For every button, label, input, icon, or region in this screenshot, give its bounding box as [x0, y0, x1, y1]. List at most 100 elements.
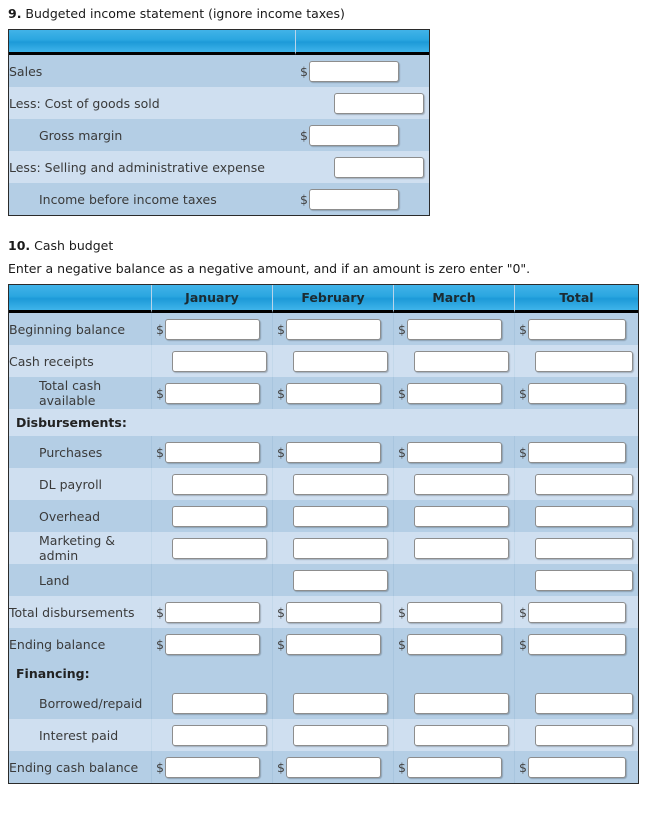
input-total-disbursements-january[interactable] — [164, 601, 260, 623]
amount-cell-overhead-january: $ — [152, 500, 273, 532]
input-overhead-february[interactable] — [293, 505, 388, 527]
amount-cell-cash-receipts-january: $ — [152, 345, 273, 377]
input-ending-cash-balance-march[interactable] — [406, 756, 502, 778]
input-ending-cash-balance-january[interactable] — [164, 756, 260, 778]
input-land-total[interactable] — [535, 569, 633, 591]
amount-cell-ending-cash-balance-february: $ — [273, 751, 394, 783]
amount-cell-inner: $ — [394, 596, 514, 628]
amount-cell-income-before-income-taxes: $ — [296, 183, 429, 215]
amount-cell-inner: $ — [394, 719, 514, 751]
input-purchases-february[interactable] — [285, 441, 381, 463]
table-row: Ending balance $ $ $ $ — [9, 628, 638, 660]
input-marketing-admin-total[interactable] — [535, 537, 633, 559]
section-row: Disbursements: — [9, 409, 638, 436]
input-overhead-total[interactable] — [535, 505, 633, 527]
input-total-disbursements-march[interactable] — [406, 601, 502, 623]
input-borrowed-repaid-total[interactable] — [535, 692, 633, 714]
input-cash-receipts-february[interactable] — [293, 350, 388, 372]
input-ending-balance-march[interactable] — [406, 633, 502, 655]
dollar-sign: $ — [519, 604, 527, 620]
input-marketing-admin-march[interactable] — [414, 537, 509, 559]
input-less-selling-and-administrative-expense[interactable] — [334, 156, 424, 178]
input-ending-balance-february[interactable] — [285, 633, 381, 655]
question-10-label: Cash budget — [30, 238, 114, 253]
input-total-disbursements-february[interactable] — [285, 601, 381, 623]
cash-budget-header-march: March — [394, 285, 515, 313]
amount-cell-total-cash-available-january: $ — [152, 377, 273, 409]
input-dl-payroll-march[interactable] — [414, 473, 509, 495]
input-overhead-march[interactable] — [414, 505, 509, 527]
input-interest-paid-total[interactable] — [535, 724, 633, 746]
input-total-cash-available-february[interactable] — [285, 382, 381, 404]
input-income-before-income-taxes[interactable] — [308, 188, 399, 210]
dollar-sign: $ — [300, 63, 308, 79]
amount-cell-inner: $ — [394, 628, 514, 660]
amount-cell-dl-payroll-february: $ — [273, 468, 394, 500]
input-purchases-january[interactable] — [164, 441, 260, 463]
input-cash-receipts-total[interactable] — [535, 350, 633, 372]
input-total-cash-available-total[interactable] — [527, 382, 626, 404]
amount-cell-borrowed-repaid-total: $ — [515, 687, 638, 719]
input-marketing-admin-february[interactable] — [293, 537, 388, 559]
amount-cell-ending-cash-balance-march: $ — [394, 751, 515, 783]
row-label-interest-paid: Interest paid — [9, 719, 152, 751]
row-label-purchases: Purchases — [9, 436, 152, 468]
row-label-land: Land — [9, 564, 152, 596]
input-cash-receipts-march[interactable] — [414, 350, 509, 372]
input-total-cash-available-january[interactable] — [164, 382, 260, 404]
dollar-sign: $ — [519, 321, 527, 337]
input-total-cash-available-march[interactable] — [406, 382, 502, 404]
table-row: Ending cash balance $ $ $ $ — [9, 751, 638, 783]
input-marketing-admin-january[interactable] — [172, 537, 267, 559]
amount-cell-beginning-balance-january: $ — [152, 313, 273, 345]
input-ending-balance-january[interactable] — [164, 633, 260, 655]
dollar-sign: $ — [277, 385, 285, 401]
amount-cell-cash-receipts-february: $ — [273, 345, 394, 377]
input-overhead-january[interactable] — [172, 505, 267, 527]
table-row: Less: Selling and administrative expense… — [9, 151, 429, 183]
input-total-disbursements-total[interactable] — [527, 601, 626, 623]
input-dl-payroll-total[interactable] — [535, 473, 633, 495]
dollar-sign: $ — [398, 636, 406, 652]
input-purchases-total[interactable] — [527, 441, 626, 463]
amount-cell-inner: $ — [394, 468, 514, 500]
row-label-less-selling-and-administrative-expense: Less: Selling and administrative expense — [9, 151, 296, 183]
input-beginning-balance-march[interactable] — [406, 318, 502, 340]
input-cash-receipts-january[interactable] — [172, 350, 267, 372]
empty-cell-january — [152, 660, 273, 687]
amount-cell-ending-balance-january: $ — [152, 628, 273, 660]
income-statement-header-amount — [296, 30, 429, 55]
amount-cell-inner: $ — [296, 183, 429, 215]
input-borrowed-repaid-march[interactable] — [414, 692, 509, 714]
input-interest-paid-january[interactable] — [172, 724, 267, 746]
amount-cell-inner: $ — [273, 564, 393, 596]
input-gross-margin[interactable] — [308, 124, 399, 146]
input-interest-paid-february[interactable] — [293, 724, 388, 746]
income-statement-header-label — [9, 30, 296, 55]
dollar-sign: $ — [398, 759, 406, 775]
amount-cell-inner: $ — [152, 596, 272, 628]
input-less-cost-of-goods-sold[interactable] — [334, 92, 424, 114]
input-ending-cash-balance-total[interactable] — [527, 756, 626, 778]
input-borrowed-repaid-january[interactable] — [172, 692, 267, 714]
input-dl-payroll-january[interactable] — [172, 473, 267, 495]
row-label-gross-margin: Gross margin — [9, 119, 296, 151]
input-borrowed-repaid-february[interactable] — [293, 692, 388, 714]
input-purchases-march[interactable] — [406, 441, 502, 463]
input-land-february[interactable] — [293, 569, 388, 591]
input-sales[interactable] — [308, 60, 399, 82]
input-beginning-balance-february[interactable] — [285, 318, 381, 340]
input-beginning-balance-january[interactable] — [164, 318, 260, 340]
amount-cell-ending-cash-balance-january: $ — [152, 751, 273, 783]
input-ending-cash-balance-february[interactable] — [285, 756, 381, 778]
worksheet-page: 9. Budgeted income statement (ignore inc… — [0, 0, 654, 784]
input-ending-balance-total[interactable] — [527, 633, 626, 655]
input-beginning-balance-total[interactable] — [527, 318, 626, 340]
amount-cell-total-disbursements-january: $ — [152, 596, 273, 628]
amount-cell-inner: $ — [515, 436, 638, 468]
section-label-disbursements: Disbursements: — [9, 409, 638, 436]
empty-cell-march — [394, 660, 515, 687]
amount-cell-ending-balance-february: $ — [273, 628, 394, 660]
input-dl-payroll-february[interactable] — [293, 473, 388, 495]
input-interest-paid-march[interactable] — [414, 724, 509, 746]
